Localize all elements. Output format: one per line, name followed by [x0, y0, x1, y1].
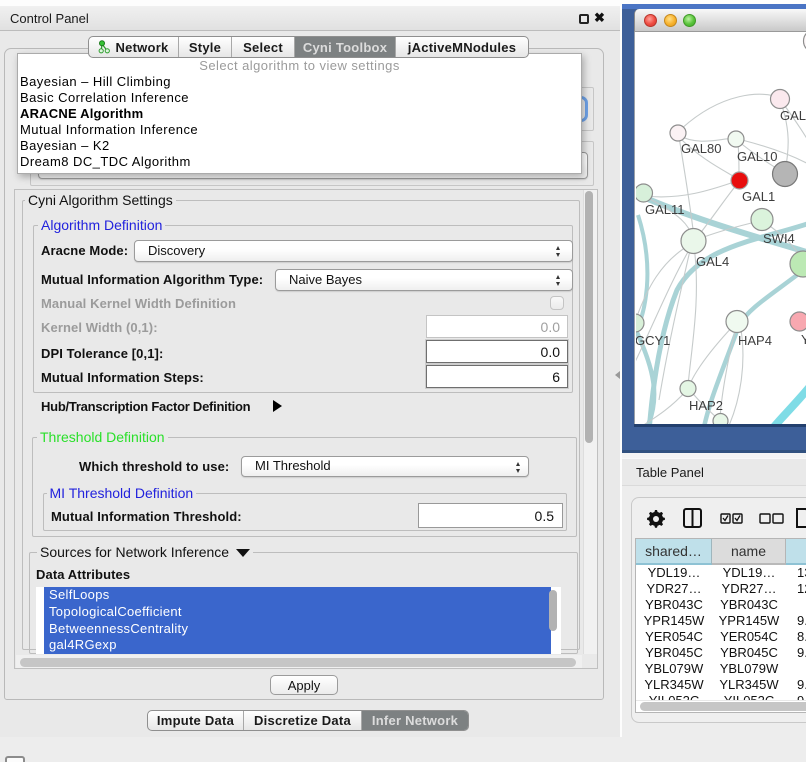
- svg-text:GAL80: GAL80: [681, 141, 721, 156]
- svg-text:HAP4: HAP4: [738, 333, 772, 348]
- svg-text:GAL10: GAL10: [737, 149, 777, 164]
- svg-text:GAL1: GAL1: [742, 189, 775, 204]
- svg-text:GCY1: GCY1: [636, 333, 670, 348]
- svg-text:HAP2: HAP2: [689, 398, 723, 413]
- svg-text:Y: Y: [801, 332, 806, 347]
- svg-text:SWI4: SWI4: [763, 231, 795, 246]
- svg-text:GAL4: GAL4: [696, 254, 729, 269]
- svg-text:GAL: GAL: [780, 108, 806, 123]
- svg-text:GAL11: GAL11: [645, 202, 685, 217]
